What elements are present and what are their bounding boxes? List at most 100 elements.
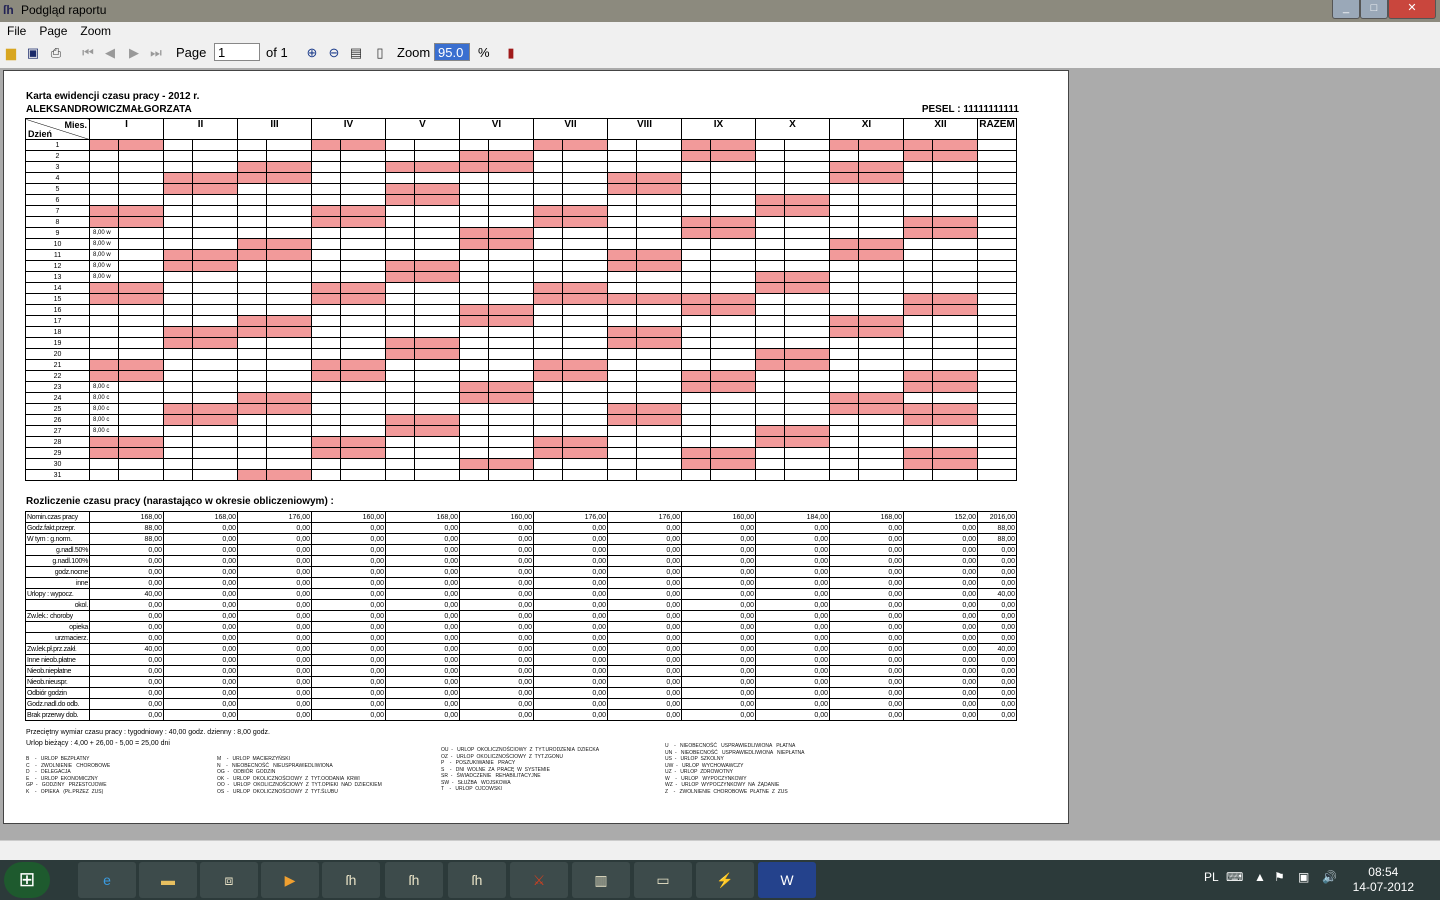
day-cell [681, 381, 711, 393]
menu-zoom[interactable]: Zoom [73, 22, 117, 38]
day-cell [237, 447, 267, 459]
summary-value: 0,00 [829, 522, 904, 534]
day-cell [311, 282, 341, 294]
summary-value: 0,00 [829, 709, 904, 721]
day-cell [829, 293, 859, 305]
day-cell [459, 260, 489, 272]
exit-icon[interactable]: ▮ [503, 45, 519, 61]
day-cell: 8,00 c [89, 392, 119, 404]
zoom-input[interactable]: 95.0 [434, 43, 470, 61]
day-cell [681, 205, 711, 217]
day-cell [562, 315, 608, 327]
day-number: 9 [25, 227, 90, 239]
close-button[interactable]: ✕ [1388, 0, 1436, 19]
day-cell [903, 315, 933, 327]
day-cell [784, 183, 830, 195]
keyboard-icon[interactable]: ⌨ [1226, 870, 1243, 884]
day-cell [784, 304, 830, 316]
whole-page-icon[interactable]: ▯ [372, 45, 388, 61]
show-hidden-icons[interactable]: ▲ [1254, 870, 1266, 884]
day-cell [266, 150, 312, 162]
summary-value: 0,00 [903, 566, 978, 578]
menu-file[interactable]: File [0, 22, 32, 38]
language-indicator[interactable]: PL [1204, 870, 1219, 884]
summary-value: 0,00 [163, 566, 238, 578]
save-icon[interactable]: ▣ [25, 45, 41, 61]
day-number: 15 [25, 293, 90, 305]
summary-value: 0,00 [89, 698, 164, 710]
print-icon[interactable]: ⎙ [48, 45, 64, 61]
network-icon[interactable]: ▣ [1298, 870, 1309, 884]
day-cell [932, 447, 978, 459]
day-cell [710, 348, 756, 360]
day-cell: 8,00 w [89, 249, 119, 261]
summary-value: 0,00 [607, 588, 682, 600]
day-cell [385, 469, 415, 481]
page-input[interactable]: 1 [214, 43, 260, 61]
day-cell [118, 315, 164, 327]
word-app-icon[interactable]: W [758, 862, 816, 898]
open-folder-icon[interactable]: ▆ [3, 45, 19, 61]
start-orb-icon[interactable]: ⊞ [4, 862, 50, 898]
summary-value: 0,00 [903, 610, 978, 622]
prev-page-icon[interactable]: ◀ [102, 45, 118, 61]
next-page-icon[interactable]: ▶ [126, 45, 142, 61]
app-2-icon[interactable]: ſh [385, 862, 443, 898]
app-3-icon[interactable]: ſh [448, 862, 506, 898]
clock[interactable]: 08:54 14-07-2012 [1353, 865, 1414, 895]
dos-box-icon[interactable]: ⧈ [200, 862, 258, 898]
action-center-flag-icon[interactable]: ⚑ [1274, 870, 1285, 884]
day-cell [636, 282, 682, 294]
minimize-button[interactable]: _ [1332, 0, 1360, 19]
day-cell [903, 139, 933, 151]
summary-value: 0,00 [459, 610, 534, 622]
day-cell [562, 381, 608, 393]
day-cell [562, 282, 608, 294]
day-cell [710, 139, 756, 151]
day-cell [784, 282, 830, 294]
day-cell [932, 315, 978, 327]
internet-explorer-icon[interactable]: e [78, 862, 136, 898]
summary-value: 0,00 [533, 621, 608, 633]
day-cell [755, 194, 785, 206]
archive-app-icon[interactable]: ▥ [572, 862, 630, 898]
day-cell [710, 458, 756, 470]
menu-page[interactable]: Page [32, 22, 73, 38]
zoom-in-icon[interactable]: ⊕ [304, 45, 320, 61]
app-1-icon[interactable]: ſh [322, 862, 380, 898]
summary-label: Urlopy : wypocz. [25, 588, 90, 600]
summary-value: 0,00 [829, 610, 904, 622]
media-player-icon[interactable]: ▶ [261, 862, 319, 898]
file-explorer-icon[interactable]: ▬ [139, 862, 197, 898]
day-cell [237, 227, 267, 239]
spartan-app-icon[interactable]: ⚔ [510, 862, 568, 898]
day-cell [192, 381, 238, 393]
day-entry: 8,00 c [93, 417, 110, 423]
day-cell [562, 194, 608, 206]
summary-value: 0,00 [89, 621, 164, 633]
day-cell [636, 359, 682, 371]
day-entry: 8,00 w [93, 274, 111, 280]
day-cell [607, 315, 637, 327]
day-cell [829, 150, 859, 162]
page-width-icon[interactable]: ▤ [348, 45, 364, 61]
volume-icon[interactable]: 🔊 [1322, 870, 1337, 884]
maximize-button[interactable]: □ [1360, 0, 1388, 19]
day-cell [488, 249, 534, 261]
day-cell [681, 293, 711, 305]
day-cell [858, 172, 904, 184]
zoom-out-icon[interactable]: ⊖ [326, 45, 342, 61]
day-cell [192, 469, 238, 481]
card-app-icon[interactable]: ▭ [634, 862, 692, 898]
day-cell [829, 403, 859, 415]
day-cell [459, 370, 489, 382]
last-page-icon[interactable]: ⏭ [148, 45, 164, 61]
first-page-icon[interactable]: ⏮ [80, 45, 96, 61]
day-cell [414, 227, 460, 239]
day-row: 21 [25, 359, 1017, 371]
day-cell [340, 403, 386, 415]
day-cell [533, 227, 563, 239]
day-cell [163, 403, 193, 415]
tools-app-icon[interactable]: ⚡ [696, 862, 754, 898]
preview-area[interactable]: Karta ewidencji czasu pracy - 2012 r. AL… [0, 68, 1440, 840]
